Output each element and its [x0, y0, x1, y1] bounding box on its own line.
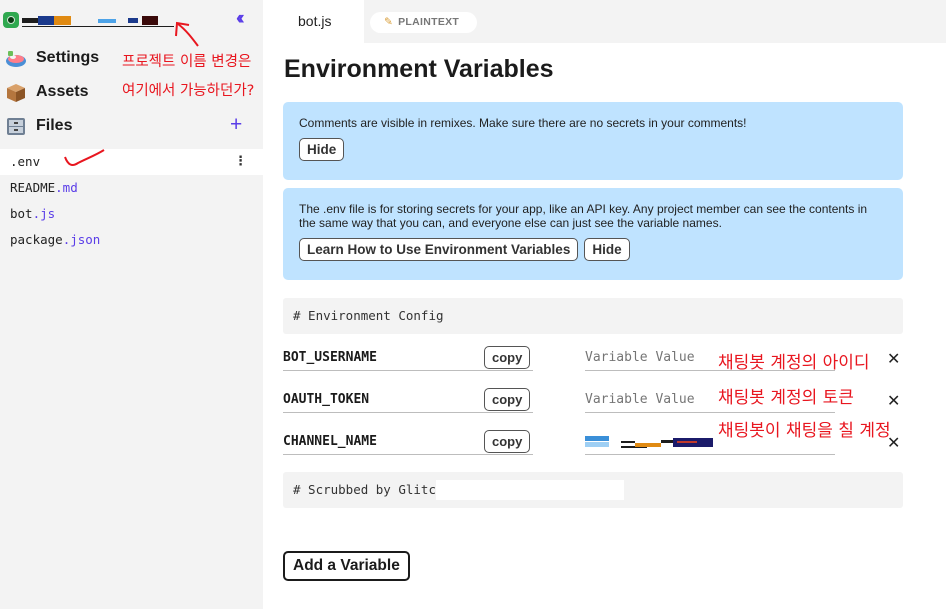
- tab-bot-js[interactable]: bot.js: [263, 0, 364, 43]
- hide-button[interactable]: Hide: [584, 238, 630, 261]
- sidebar-item-label: Settings: [36, 49, 100, 66]
- file-item-env[interactable]: .env ⋮: [0, 149, 263, 175]
- box-icon: [5, 81, 27, 103]
- sidebar-item-label: Assets: [36, 83, 89, 100]
- settings-sushi-icon: [5, 47, 27, 69]
- file-item-bot-js[interactable]: bot.js: [0, 201, 263, 227]
- file-name: .env: [10, 154, 41, 169]
- file-options-menu-icon[interactable]: ⋮: [234, 149, 247, 175]
- env-info-notice: The .env file is for storing secrets for…: [283, 188, 903, 280]
- env-config-comment[interactable]: # Environment Config: [283, 298, 903, 334]
- tab-bar: bot.js ✎ PLAINTEXT: [263, 0, 946, 43]
- add-variable-button[interactable]: Add a Variable: [283, 551, 410, 581]
- redacted-scrub-area: [436, 480, 624, 500]
- sidebar-item-files[interactable]: Files: [5, 113, 72, 139]
- sidebar-item-settings[interactable]: Settings: [5, 45, 99, 71]
- sidebar-item-label: Files: [36, 117, 73, 134]
- editor-panel: bot.js ✎ PLAINTEXT Environment Variables …: [263, 0, 946, 609]
- file-item-readme[interactable]: README.md: [0, 175, 263, 201]
- file-item-package-json[interactable]: package.json: [0, 227, 263, 253]
- scrubbed-comment-text: # Scrubbed by Glitch: [293, 482, 444, 497]
- delete-variable-button[interactable]: ✕: [887, 391, 900, 411]
- annotation-marks: [64, 21, 199, 166]
- notice-text: The .env file is for storing secrets for…: [299, 202, 868, 230]
- file-ext: .md: [55, 180, 78, 195]
- file-name: bot: [10, 206, 33, 221]
- scrubbed-comment[interactable]: # Scrubbed by Glitch: [283, 472, 903, 508]
- project-header[interactable]: [3, 11, 183, 29]
- file-name: package: [10, 232, 63, 247]
- language-mode-label: PLAINTEXT: [398, 16, 460, 28]
- page-title: Environment Variables: [284, 55, 554, 83]
- add-file-button[interactable]: +: [230, 113, 242, 137]
- annotation-project-name-line1: 프로젝트 이름 변경은: [122, 54, 252, 70]
- copy-button[interactable]: copy: [484, 430, 531, 453]
- pencil-icon: ✎: [384, 16, 394, 28]
- plus-icon: +: [230, 113, 243, 136]
- close-icon: ✕: [887, 393, 901, 410]
- file-ext: .js: [32, 206, 56, 221]
- sidebar-item-assets[interactable]: Assets: [5, 79, 88, 105]
- file-name: README: [10, 180, 56, 195]
- annotation-project-name-line2: 여기에서 가능하던가?: [122, 83, 255, 99]
- learn-env-variables-button[interactable]: Learn How to Use Environment Variables: [299, 238, 579, 261]
- project-name-redacted[interactable]: [22, 16, 174, 27]
- annotation-oauth-token: 채팅봇 계정의 토큰: [718, 388, 854, 408]
- collapse-sidebar-button[interactable]: ‹‹: [236, 8, 244, 30]
- project-status-icon: [3, 12, 19, 28]
- notice-text: Comments are visible in remixes. Make su…: [299, 116, 747, 130]
- annotation-bot-username: 채팅봇 계정의 아이디: [718, 353, 870, 373]
- redacted-value: [585, 436, 715, 449]
- file-cabinet-icon: [5, 115, 27, 137]
- file-ext: .json: [62, 232, 101, 247]
- close-icon: ✕: [887, 351, 901, 368]
- copy-button[interactable]: copy: [484, 346, 531, 369]
- annotation-channel-name: 채팅봇이 채팅을 칠 계정: [718, 421, 891, 441]
- delete-variable-button[interactable]: ✕: [887, 349, 900, 369]
- copy-button[interactable]: copy: [484, 388, 531, 411]
- double-chevron-left-icon: ‹‹: [236, 8, 244, 29]
- hide-button[interactable]: Hide: [299, 138, 345, 161]
- comments-notice: Comments are visible in remixes. Make su…: [283, 102, 903, 180]
- language-mode-button[interactable]: ✎ PLAINTEXT: [370, 12, 477, 33]
